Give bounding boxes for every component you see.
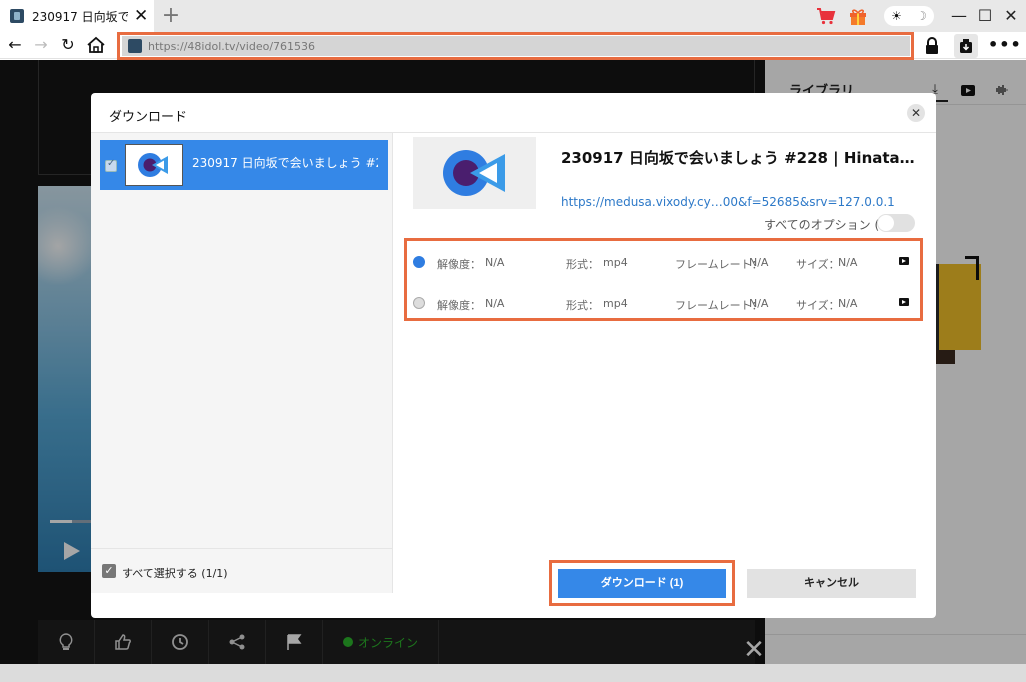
format-label: 形式： bbox=[566, 258, 599, 271]
gift-icon[interactable] bbox=[848, 6, 868, 26]
size-label: サイズ： bbox=[796, 299, 840, 312]
video-title: 230917 日向坂で会いましょう #228 | Hinata… bbox=[561, 149, 915, 167]
download-extension-icon[interactable] bbox=[954, 34, 978, 58]
resolution-value: N/A bbox=[485, 256, 505, 269]
format-label: 形式： bbox=[566, 299, 599, 312]
format-value: mp4 bbox=[603, 297, 628, 310]
site-favicon-icon bbox=[128, 39, 142, 53]
video-icon bbox=[899, 298, 909, 306]
forward-icon[interactable]: → bbox=[30, 34, 52, 56]
size-label: サイズ： bbox=[796, 258, 840, 271]
close-icon[interactable]: ✕ bbox=[907, 104, 925, 122]
app-logo-icon bbox=[443, 150, 505, 196]
new-tab-button[interactable]: + bbox=[160, 3, 182, 29]
minimize-icon[interactable]: — bbox=[946, 4, 972, 28]
reload-icon[interactable]: ↻ bbox=[57, 34, 79, 56]
back-icon[interactable]: ← bbox=[4, 34, 26, 56]
item-title: 230917 日向坂で会いましょう #2… bbox=[192, 156, 378, 170]
address-bar[interactable]: https://48idol.tv/video/761536 bbox=[122, 36, 910, 56]
video-icon bbox=[899, 257, 909, 265]
status-bar bbox=[0, 664, 1026, 682]
dialog-header: ダウンロード ✕ bbox=[91, 93, 936, 133]
app-logo-icon bbox=[138, 153, 168, 177]
cart-icon[interactable] bbox=[816, 6, 836, 26]
more-icon[interactable]: ••• bbox=[988, 34, 1021, 56]
format-radio[interactable] bbox=[413, 297, 425, 309]
url-text: https://48idol.tv/video/761536 bbox=[148, 39, 316, 53]
framerate-value: N/A bbox=[749, 256, 769, 269]
home-icon[interactable] bbox=[86, 36, 106, 54]
video-url-link[interactable]: https://medusa.vixody.cy…00&f=52685&srv=… bbox=[561, 195, 911, 209]
all-options-toggle[interactable] bbox=[877, 214, 915, 232]
theme-toggle[interactable]: ☀ ☽ bbox=[884, 6, 934, 26]
item-checkbox[interactable] bbox=[105, 158, 117, 172]
dialog-title: ダウンロード bbox=[109, 110, 188, 125]
resolution-value: N/A bbox=[485, 297, 505, 310]
resolution-label: 解像度： bbox=[437, 299, 481, 312]
resolution-label: 解像度： bbox=[437, 258, 481, 271]
tab-title: 230917 日向坂で bbox=[32, 9, 128, 24]
cancel-button[interactable]: キャンセル bbox=[747, 569, 916, 598]
site-favicon-icon bbox=[10, 9, 24, 23]
tab-bar: 230917 日向坂で ✕ + ☀ ☽ — ☐ ✕ bbox=[0, 0, 1026, 32]
format-option-row[interactable]: 解像度： N/A 形式： mp4 フレームレート： N/A サイズ： N/A bbox=[407, 284, 920, 322]
browser-tab[interactable]: 230917 日向坂で ✕ bbox=[0, 0, 154, 32]
lock-icon[interactable] bbox=[924, 37, 940, 55]
sun-icon[interactable]: ☀ bbox=[891, 9, 902, 23]
item-thumbnail bbox=[125, 144, 183, 186]
close-tab-icon[interactable]: ✕ bbox=[134, 7, 148, 25]
size-value: N/A bbox=[838, 256, 858, 269]
size-value: N/A bbox=[838, 297, 858, 310]
all-options-label: すべてのオプション (2) bbox=[764, 218, 892, 232]
framerate-value: N/A bbox=[749, 297, 769, 310]
download-dialog: ダウンロード ✕ 230917 日向坂で会いましょう #2… ✓ すべて選択する… bbox=[91, 93, 936, 618]
format-value: mp4 bbox=[603, 256, 628, 269]
moon-icon[interactable]: ☽ bbox=[916, 9, 927, 23]
format-radio[interactable] bbox=[413, 256, 425, 268]
navigation-bar: ← → ↻ https://48idol.tv/video/761536 ••• bbox=[0, 32, 1026, 60]
list-item[interactable]: 230917 日向坂で会いましょう #2… bbox=[100, 140, 388, 190]
maximize-icon[interactable]: ☐ bbox=[972, 4, 998, 28]
video-list: 230917 日向坂で会いましょう #2… bbox=[91, 133, 393, 548]
download-button[interactable]: ダウンロード (1) bbox=[558, 569, 726, 598]
format-option-row[interactable]: 解像度： N/A 形式： mp4 フレームレート： N/A サイズ： N/A bbox=[407, 243, 920, 281]
video-thumbnail bbox=[413, 137, 536, 209]
close-window-icon[interactable]: ✕ bbox=[998, 4, 1024, 28]
